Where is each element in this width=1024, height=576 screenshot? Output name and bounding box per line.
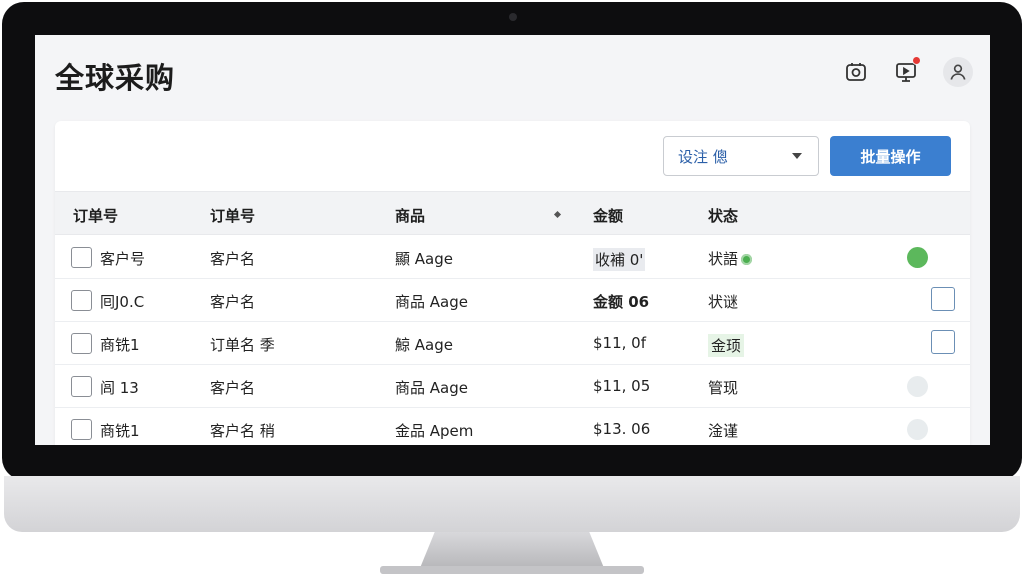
- row-checkbox[interactable]: [71, 333, 92, 354]
- status-text: 状語: [708, 250, 739, 268]
- settings-icon[interactable]: [843, 59, 869, 85]
- column-header-order-id[interactable]: 订单号: [73, 205, 118, 226]
- column-header-status[interactable]: 状态: [708, 205, 738, 226]
- order-id-cell: 囘J0.C: [100, 293, 145, 311]
- row-select-box[interactable]: [931, 287, 955, 311]
- page-title: 全球采购: [55, 61, 176, 95]
- status-cell: 状谜: [708, 293, 739, 311]
- customer-cell: 客户名: [210, 379, 256, 397]
- filter-select-value: 设注 傯: [678, 147, 728, 166]
- notification-dot: [912, 56, 921, 65]
- table-row[interactable]: 商铣1 客户名 稍 金品 Apem $13. 06 淦谨: [55, 408, 970, 445]
- monitor-stand: [420, 532, 604, 568]
- row-checkbox[interactable]: [71, 419, 92, 440]
- amount-cell: 金额 06: [593, 293, 650, 311]
- column-header-product[interactable]: 商品: [395, 205, 425, 226]
- status-cell: 金顼: [708, 334, 745, 357]
- customer-cell: 客户名 稍: [210, 422, 275, 440]
- toolbar: 设注 傯 批量操作: [55, 121, 970, 191]
- amount-cell: 收補 0': [593, 248, 646, 271]
- customer-cell: 客户名: [210, 250, 256, 268]
- monitor-icon[interactable]: [893, 56, 921, 85]
- table-row[interactable]: 闾 13 客户名 商品 Aage $11, 05 管现: [55, 365, 970, 408]
- camera: [509, 13, 517, 21]
- product-cell: 商品 Aage: [395, 379, 468, 397]
- user-icon[interactable]: [943, 57, 973, 87]
- table-row[interactable]: 囘J0.C 客户名 商品 Aage 金额 06 状谜: [55, 279, 970, 322]
- order-id-cell: 商铣1: [100, 422, 140, 440]
- row-checkbox[interactable]: [71, 290, 92, 311]
- table-row[interactable]: 客户号 客户名 顯 Aage 收補 0' 状語: [55, 236, 970, 279]
- status-cell: 状語: [708, 248, 753, 269]
- product-cell: 鯨 Aage: [395, 336, 453, 354]
- column-header-amount[interactable]: 金额: [593, 205, 623, 226]
- status-indicator-icon: [907, 247, 928, 268]
- amount-cell: $11, 0f: [593, 334, 646, 352]
- app-header: 全球采购: [35, 35, 990, 111]
- order-id-cell: 闾 13: [100, 379, 139, 397]
- row-checkbox[interactable]: [71, 247, 92, 268]
- row-select-box[interactable]: [931, 330, 955, 354]
- sort-icon[interactable]: [553, 210, 562, 219]
- amount-cell: $11, 05: [593, 377, 651, 395]
- status-indicator-icon: [907, 419, 928, 440]
- screen: 全球采购 设注 傯 批量操作 订单号 订单号 商品 金额 状态 客户号 客户名 …: [35, 35, 990, 445]
- table-row[interactable]: 商铣1 订单名 季 鯨 Aage $11, 0f 金顼: [55, 322, 970, 365]
- chevron-down-icon: [792, 153, 802, 159]
- status-cell: 管现: [708, 379, 739, 397]
- monitor-chin: [4, 476, 1020, 532]
- customer-cell: 客户名: [210, 293, 256, 311]
- product-cell: 金品 Apem: [395, 422, 474, 440]
- order-id-cell: 商铣1: [100, 336, 140, 354]
- amount-cell: $13. 06: [593, 420, 651, 438]
- filter-select[interactable]: 设注 傯: [663, 136, 819, 176]
- customer-cell: 订单名 季: [210, 336, 275, 354]
- monitor-stand-base: [380, 566, 644, 574]
- table-header: 订单号 订单号 商品 金额 状态: [55, 191, 970, 235]
- order-id-cell: 客户号: [100, 250, 146, 268]
- status-check-icon: [741, 254, 753, 265]
- column-header-order-id-2[interactable]: 订单号: [210, 205, 255, 226]
- status-indicator-icon: [907, 376, 928, 397]
- product-cell: 顯 Aage: [395, 250, 453, 268]
- product-cell: 商品 Aage: [395, 293, 468, 311]
- bulk-action-button[interactable]: 批量操作: [830, 136, 951, 176]
- orders-card: 设注 傯 批量操作 订单号 订单号 商品 金额 状态 客户号 客户名 顯 Aag…: [55, 121, 970, 445]
- status-cell: 淦谨: [708, 422, 739, 440]
- row-checkbox[interactable]: [71, 376, 92, 397]
